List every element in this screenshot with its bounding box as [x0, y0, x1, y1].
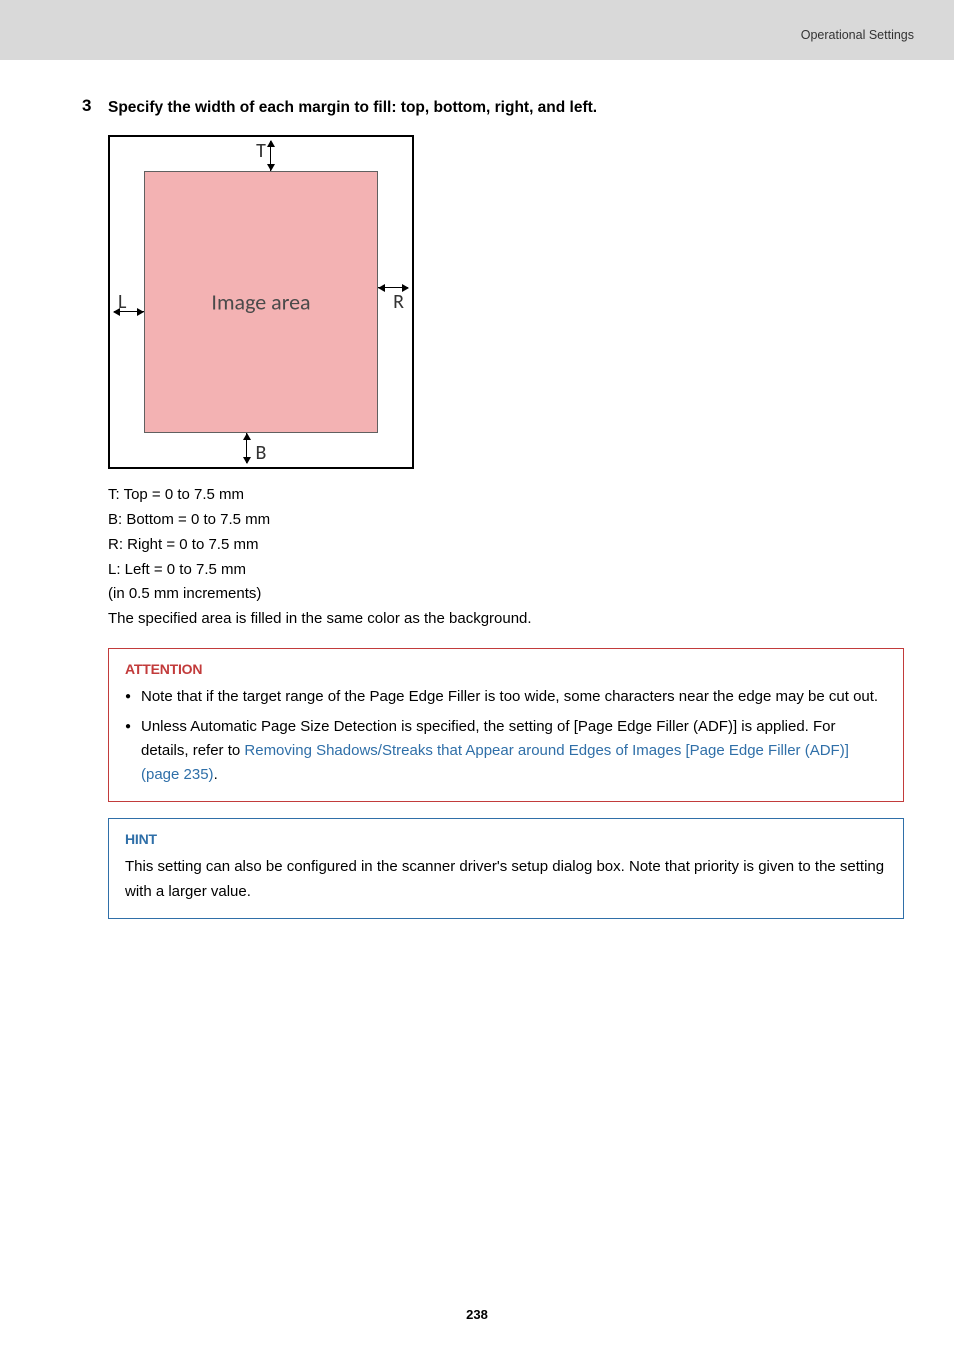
arrowhead-icon [137, 308, 144, 316]
hint-text: This setting can also be configured in t… [125, 855, 887, 905]
arrowhead-icon [402, 284, 409, 292]
header-band: Operational Settings [0, 0, 954, 60]
line-t: T: Top = 0 to 7.5 mm [108, 483, 904, 508]
page: Operational Settings 3 Specify the width… [0, 0, 954, 1350]
page-number: 238 [466, 1307, 488, 1322]
arrowhead-icon [243, 457, 251, 464]
hint-title: HINT [125, 831, 887, 847]
margin-diagram: Image area T B L R [108, 135, 414, 469]
line-inc: (in 0.5 mm increments) [108, 582, 904, 607]
line-b: B: Bottom = 0 to 7.5 mm [108, 508, 904, 533]
line-note: The specified area is filled in the same… [108, 607, 904, 632]
arrowhead-icon [113, 308, 120, 316]
label-r: R [393, 290, 404, 314]
hint-callout: HINT This setting can also be configured… [108, 818, 904, 920]
step-number: 3 [50, 96, 108, 116]
step-instruction: Specify the width of each margin to fill… [108, 96, 597, 119]
image-area-label: Image area [211, 289, 310, 316]
arrowhead-icon [378, 284, 385, 292]
arrowhead-icon [243, 433, 251, 440]
attention-title: ATTENTION [125, 661, 887, 677]
attention-list: Note that if the target range of the Pag… [125, 685, 887, 787]
attention-b2-suffix: . [214, 766, 218, 783]
attention-callout: ATTENTION Note that if the target range … [108, 648, 904, 802]
label-b: B [256, 441, 267, 465]
step-row: 3 Specify the width of each margin to fi… [50, 96, 904, 119]
line-l: L: Left = 0 to 7.5 mm [108, 558, 904, 583]
arrowhead-icon [267, 140, 275, 147]
label-t: T [256, 139, 266, 163]
section-title: Operational Settings [801, 28, 914, 42]
step-body: Image area T B L R T: Top = 0 to 7.5 [108, 135, 904, 919]
arrowhead-icon [267, 164, 275, 171]
line-r: R: Right = 0 to 7.5 mm [108, 533, 904, 558]
attention-bullet-2: Unless Automatic Page Size Detection is … [125, 715, 887, 787]
image-area-box: Image area [144, 171, 378, 433]
content-area: 3 Specify the width of each margin to fi… [0, 60, 954, 1350]
page-edge-filler-link[interactable]: Removing Shadows/Streaks that Appear aro… [141, 742, 849, 783]
attention-bullet-1: Note that if the target range of the Pag… [125, 685, 887, 709]
